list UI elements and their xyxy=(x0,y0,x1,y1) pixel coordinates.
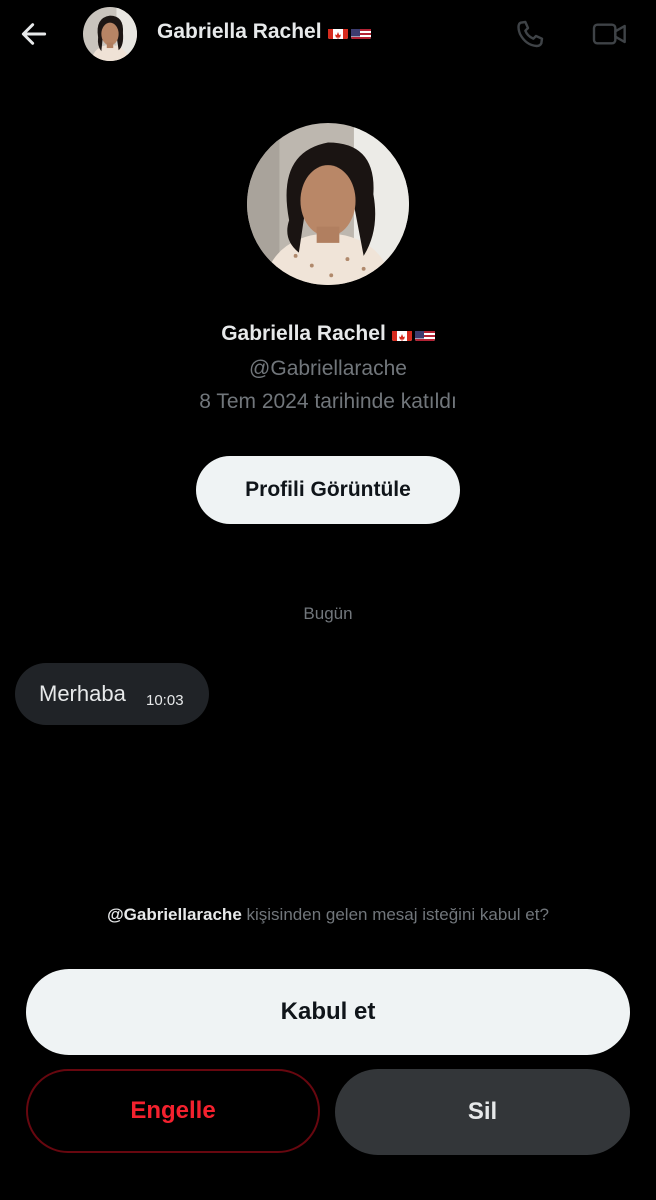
avatar-photo xyxy=(83,7,137,61)
back-button[interactable] xyxy=(14,14,54,54)
block-button[interactable]: Engelle xyxy=(26,1069,320,1153)
profile-flags xyxy=(391,327,435,341)
conversation-header: Gabriella Rachel xyxy=(0,0,656,68)
profile-name: Gabriella Rachel xyxy=(221,322,386,345)
video-camera-icon xyxy=(592,23,626,45)
call-button[interactable] xyxy=(510,14,550,54)
date-separator: Bugün xyxy=(303,604,353,623)
header-avatar[interactable] xyxy=(83,7,137,61)
request-handle[interactable]: @Gabriellarache xyxy=(107,905,242,924)
arrow-left-icon xyxy=(21,23,47,45)
message-text: Merhaba xyxy=(39,681,126,706)
profile-avatar[interactable] xyxy=(247,123,409,285)
message-bubble[interactable]: Merhaba 10:03 xyxy=(15,663,209,725)
request-text: kişisinden gelen mesaj isteğini kabul et… xyxy=(241,905,549,924)
header-flags xyxy=(327,25,371,39)
profile-name-row: Gabriella Rachel xyxy=(0,322,656,346)
usa-flag-icon xyxy=(414,327,435,341)
profile-photo xyxy=(247,123,409,285)
view-profile-button[interactable]: Profili Görüntüle xyxy=(196,456,460,524)
profile-joined-date: 8 Tem 2024 tarihinde katıldı xyxy=(199,390,457,413)
canada-flag-icon xyxy=(391,327,412,341)
header-name: Gabriella Rachel xyxy=(157,20,322,43)
message-time: 10:03 xyxy=(146,692,184,709)
usa-flag-icon xyxy=(350,25,371,39)
canada-flag-icon xyxy=(327,25,348,39)
phone-icon xyxy=(517,20,544,48)
header-name-row[interactable]: Gabriella Rachel xyxy=(157,20,371,44)
message-request-prompt: @Gabriellarache kişisinden gelen mesaj i… xyxy=(0,905,656,925)
accept-button[interactable]: Kabul et xyxy=(26,969,630,1055)
profile-handle: @Gabriellarache xyxy=(249,357,407,380)
delete-button[interactable]: Sil xyxy=(335,1069,630,1155)
video-call-button[interactable] xyxy=(588,14,632,54)
